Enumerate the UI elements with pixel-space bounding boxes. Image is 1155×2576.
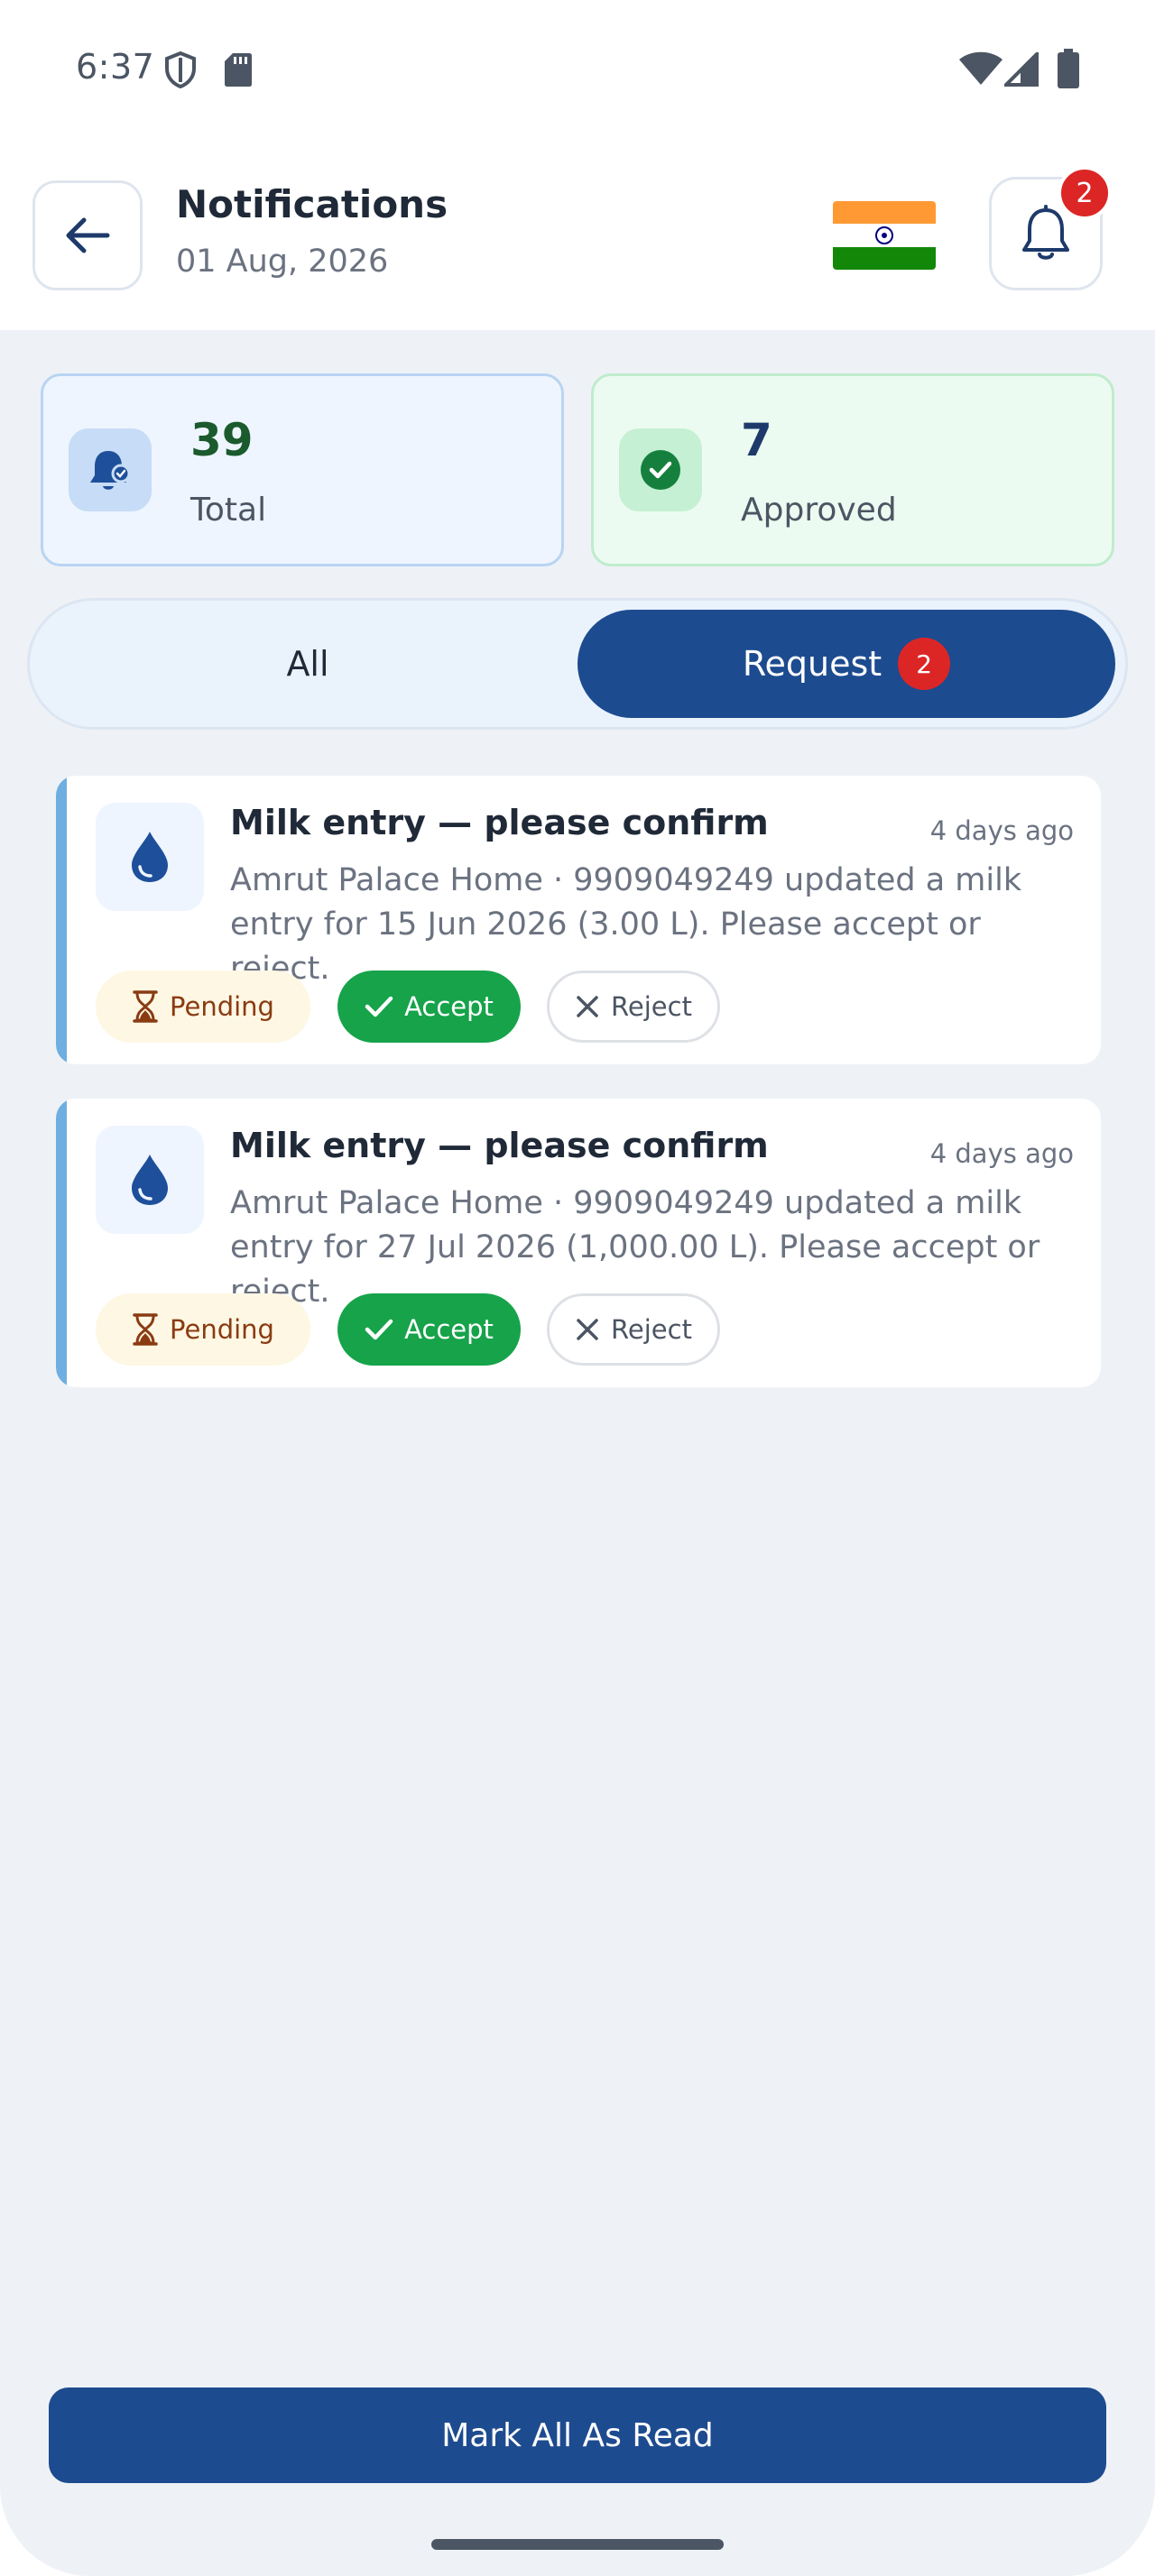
app-header: Notifications 01 Aug, 2026 xyxy=(0,144,1155,330)
notification-card[interactable]: Milk entry — please confirm 4 days ago A… xyxy=(56,1099,1101,1387)
close-icon xyxy=(577,1319,598,1340)
sd-card-icon xyxy=(225,53,252,87)
milk-drop-icon xyxy=(96,1126,204,1234)
app-screen: 6:37 Notifications 01 Aug, 2026 2 39 Tot… xyxy=(0,0,1155,2576)
milk-drop-icon xyxy=(96,803,204,911)
filter-tabs: All Request 2 xyxy=(27,598,1128,730)
notification-time: 4 days ago xyxy=(929,815,1074,846)
bell-icon xyxy=(1022,205,1069,260)
card-accent-bar xyxy=(56,1099,67,1387)
bell-badge: 2 xyxy=(1058,166,1112,220)
pending-status-label: Pending xyxy=(170,1314,274,1345)
accept-button[interactable]: Accept xyxy=(337,1293,521,1366)
check-circle-icon xyxy=(619,428,702,511)
back-button[interactable] xyxy=(32,180,143,290)
mark-all-read-button[interactable]: Mark All As Read xyxy=(49,2387,1106,2483)
total-stat-label: Total xyxy=(190,492,267,529)
total-stat-card[interactable]: 39 Total xyxy=(41,373,564,566)
hourglass-icon xyxy=(133,990,158,1023)
reject-button-label: Reject xyxy=(611,1314,692,1345)
tab-all[interactable]: All xyxy=(39,610,577,718)
cell-signal-icon xyxy=(1004,52,1039,87)
battery-icon xyxy=(1058,49,1079,88)
tab-request-label: Request xyxy=(742,644,882,684)
accept-button-label: Accept xyxy=(404,991,494,1022)
approved-stat-label: Approved xyxy=(741,492,897,529)
check-icon xyxy=(365,1319,393,1340)
accept-button-label: Accept xyxy=(404,1314,494,1345)
reject-button-label: Reject xyxy=(611,991,692,1022)
notification-title: Milk entry — please confirm xyxy=(230,803,769,842)
approved-stat-value: 7 xyxy=(741,414,772,466)
card-accent-bar xyxy=(56,776,67,1064)
notification-card[interactable]: Milk entry — please confirm 4 days ago A… xyxy=(56,776,1101,1064)
pending-status-badge: Pending xyxy=(96,971,310,1043)
pending-status-badge: Pending xyxy=(96,1293,310,1366)
shield-icon xyxy=(165,51,196,88)
india-flag[interactable] xyxy=(833,201,936,270)
notification-time: 4 days ago xyxy=(929,1138,1074,1169)
status-time: 6:37 xyxy=(76,47,155,87)
accept-button[interactable]: Accept xyxy=(337,971,521,1043)
bell-check-icon xyxy=(69,428,152,511)
check-icon xyxy=(365,996,393,1017)
total-stat-value: 39 xyxy=(190,414,254,466)
tab-request-badge: 2 xyxy=(898,638,951,690)
pending-status-label: Pending xyxy=(170,991,274,1022)
notification-title: Milk entry — please confirm xyxy=(230,1126,769,1165)
reject-button[interactable]: Reject xyxy=(547,1293,720,1366)
status-bar: 6:37 xyxy=(0,0,1155,144)
tab-request[interactable]: Request 2 xyxy=(578,610,1115,718)
reject-button[interactable]: Reject xyxy=(547,971,720,1043)
close-icon xyxy=(577,996,598,1017)
approved-stat-card[interactable]: 7 Approved xyxy=(591,373,1114,566)
page-date: 01 Aug, 2026 xyxy=(176,244,389,280)
hourglass-icon xyxy=(133,1313,158,1346)
wifi-icon xyxy=(959,51,1003,85)
arrow-left-icon xyxy=(66,217,110,253)
home-indicator[interactable] xyxy=(431,2539,724,2550)
page-title: Notifications xyxy=(176,182,448,226)
